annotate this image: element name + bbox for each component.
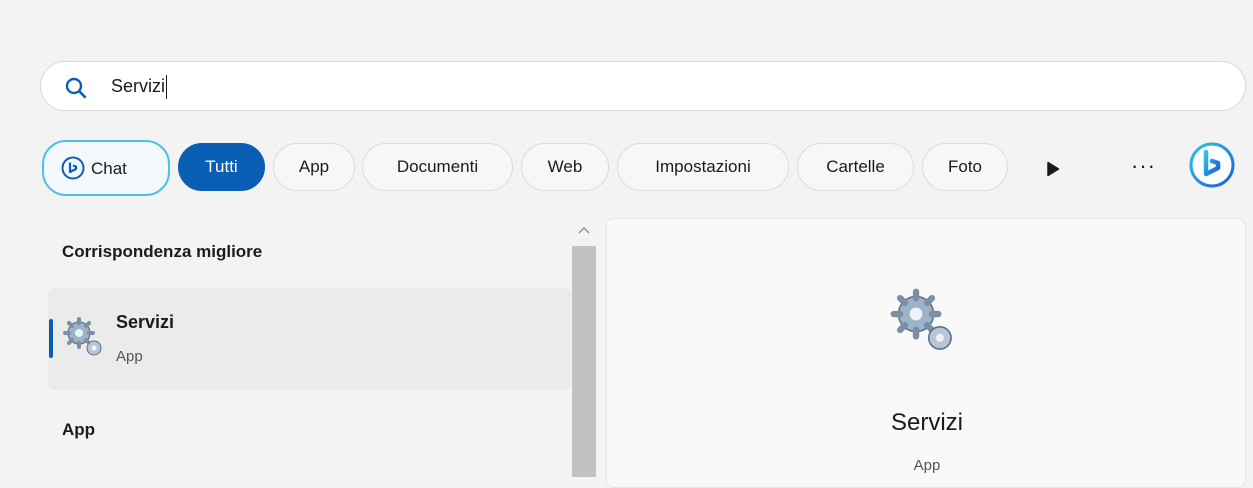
filter-impostazioni-label: Impostazioni [655, 157, 751, 176]
scroll-up-icon[interactable] [576, 223, 592, 237]
filter-impostazioni[interactable]: Impostazioni [617, 143, 789, 191]
filter-documenti[interactable]: Documenti [362, 143, 513, 191]
best-match-type: App [116, 348, 143, 365]
filter-app[interactable]: App [273, 143, 355, 191]
filter-foto-label: Foto [947, 157, 983, 176]
filter-tutti[interactable]: Tutti [178, 143, 265, 191]
filter-bar: Chat Tutti App Documenti Web Impostazion… [42, 139, 1253, 197]
filter-chat[interactable]: Chat [42, 140, 170, 196]
text-caret [166, 75, 168, 100]
filter-cartelle[interactable]: Cartelle [797, 143, 914, 191]
preview-panel: Servizi App [606, 218, 1246, 488]
preview-name: Servizi [890, 409, 963, 436]
best-match-item[interactable]: Servizi App [48, 288, 571, 390]
search-query: Servizi [111, 76, 166, 96]
bing-copilot-icon[interactable] [1188, 141, 1236, 189]
filter-web[interactable]: Web [521, 143, 609, 191]
services-gears-icon [63, 317, 102, 356]
search-box[interactable]: Servizi [40, 61, 1246, 111]
apps-heading: App [62, 420, 96, 439]
more-icon[interactable]: ··· [1131, 153, 1156, 179]
filter-foto[interactable]: Foto [922, 143, 1008, 191]
scroll-thumb[interactable] [572, 246, 596, 477]
search-input[interactable]: Servizi [111, 62, 168, 110]
search-icon [65, 77, 87, 99]
filter-tutti-label: Tutti [205, 157, 238, 176]
results-panel: Corrispondenza migliore Servizi App App [0, 218, 571, 477]
selection-indicator [49, 319, 53, 358]
filter-app-label: App [298, 157, 330, 176]
results-scrollbar[interactable] [571, 218, 597, 477]
bing-chat-icon [61, 156, 85, 180]
play-icon[interactable] [1046, 161, 1060, 177]
preview-type: App [913, 457, 941, 474]
services-gears-icon [890, 288, 952, 350]
filter-chat-label: Chat [91, 159, 127, 178]
filter-web-label: Web [547, 157, 583, 176]
filter-documenti-label: Documenti [396, 157, 479, 176]
filter-cartelle-label: Cartelle [826, 157, 885, 176]
best-match-name: Servizi [116, 312, 175, 332]
best-match-heading: Corrispondenza migliore [62, 242, 263, 261]
